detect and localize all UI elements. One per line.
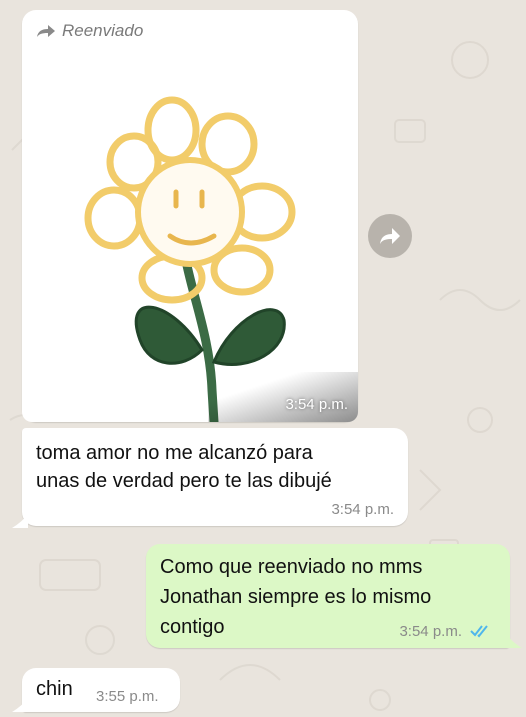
- bubble-tail: [12, 514, 28, 528]
- incoming-image-message[interactable]: Reenviado 3:54 p.m.: [22, 10, 358, 422]
- image-timestamp: 3:54 p.m.: [285, 396, 348, 413]
- message-text-line: unas de verdad pero te las dibujé: [36, 470, 332, 492]
- forwarded-text: Reenviado: [62, 21, 144, 40]
- forward-button[interactable]: [368, 214, 412, 258]
- double-check-icon: [470, 625, 488, 638]
- forwarded-label: Reenviado: [36, 21, 143, 41]
- flower-drawing: [84, 96, 296, 422]
- bubble-tail: [506, 634, 522, 648]
- message-text: chin: [36, 678, 73, 700]
- outgoing-text-message[interactable]: Como que reenviado no mms Jonathan siemp…: [146, 544, 510, 648]
- bubble-tail: [12, 698, 28, 712]
- forward-arrow-icon: [37, 25, 55, 37]
- message-timestamp: 3:54 p.m.: [331, 501, 394, 518]
- message-text-line: Como que reenviado no mms: [160, 556, 423, 578]
- message-text-line: Jonathan siempre es lo mismo: [160, 586, 432, 608]
- message-timestamp: 3:54 p.m.: [399, 623, 462, 640]
- message-text-line: toma amor no me alcanzó para: [36, 442, 313, 464]
- message-timestamp: 3:55 p.m.: [96, 688, 159, 705]
- incoming-text-message[interactable]: chin 3:55 p.m.: [22, 668, 180, 712]
- share-forward-icon: [380, 228, 400, 244]
- incoming-text-message[interactable]: toma amor no me alcanzó para unas de ver…: [22, 428, 408, 526]
- message-text-line: contigo: [160, 616, 225, 638]
- drawing-image[interactable]: 3:54 p.m.: [22, 50, 358, 422]
